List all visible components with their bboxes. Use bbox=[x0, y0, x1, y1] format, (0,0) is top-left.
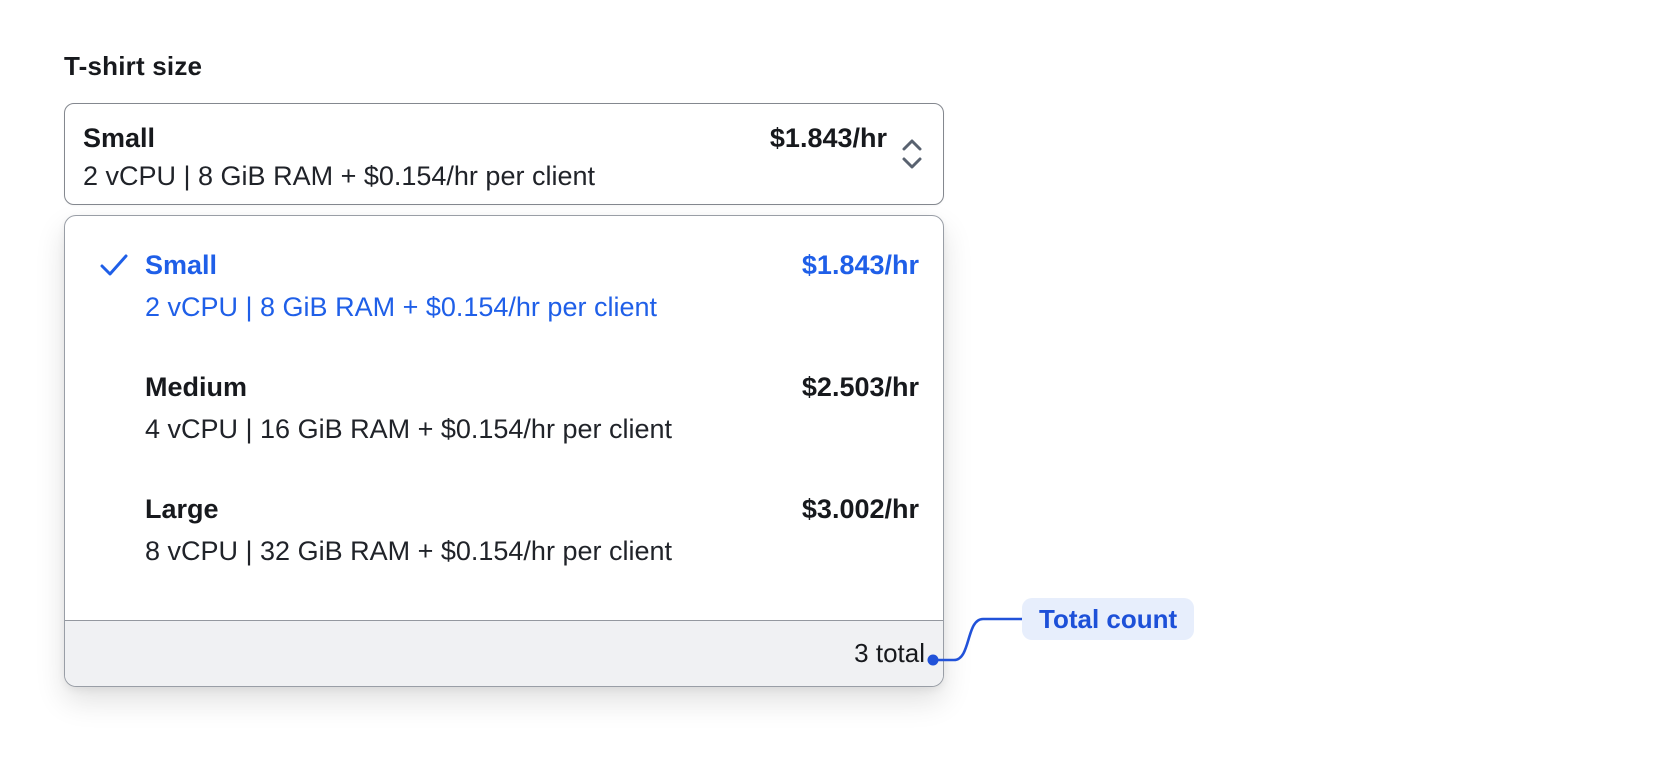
trigger-selected-price: $1.843/hr bbox=[769, 123, 887, 153]
checkmark-icon bbox=[99, 492, 145, 526]
size-options-panel: Small $1.843/hr 2 vCPU | 8 GiB RAM + $0.… bbox=[64, 215, 944, 687]
options-list: Small $1.843/hr 2 vCPU | 8 GiB RAM + $0.… bbox=[65, 216, 943, 620]
option-small[interactable]: Small $1.843/hr 2 vCPU | 8 GiB RAM + $0.… bbox=[99, 248, 919, 324]
chevron-up-down-icon bbox=[897, 134, 927, 174]
tshirt-size-field: T-shirt size Small $1.843/hr 2 vCPU | 8 … bbox=[64, 52, 944, 687]
option-name: Large bbox=[145, 494, 219, 524]
option-price: $2.503/hr bbox=[801, 372, 919, 402]
trigger-selected-name: Small bbox=[83, 123, 156, 153]
annotation-pill: Total count bbox=[1022, 598, 1195, 640]
option-specs: 4 vCPU | 16 GiB RAM + $0.154/hr per clie… bbox=[145, 414, 673, 444]
option-medium[interactable]: Medium $2.503/hr 4 vCPU | 16 GiB RAM + $… bbox=[99, 370, 919, 446]
trigger-row: Small $1.843/hr bbox=[83, 121, 887, 155]
option-price: $1.843/hr bbox=[801, 250, 919, 280]
panel-footer: 3 total bbox=[65, 620, 943, 686]
total-count: 3 total bbox=[854, 638, 925, 668]
option-name: Small bbox=[145, 250, 218, 280]
option-name: Medium bbox=[145, 372, 248, 402]
option-specs: 2 vCPU | 8 GiB RAM + $0.154/hr per clien… bbox=[145, 292, 657, 322]
trigger-selected-specs: 2 vCPU | 8 GiB RAM + $0.154/hr per clien… bbox=[83, 161, 595, 191]
option-specs: 8 vCPU | 32 GiB RAM + $0.154/hr per clie… bbox=[145, 536, 673, 566]
checkmark-icon bbox=[99, 248, 145, 282]
field-label: T-shirt size bbox=[64, 51, 203, 81]
option-price: $3.002/hr bbox=[801, 494, 919, 524]
checkmark-icon bbox=[99, 370, 145, 404]
option-large[interactable]: Large $3.002/hr 8 vCPU | 32 GiB RAM + $0… bbox=[99, 492, 919, 568]
size-select-trigger[interactable]: Small $1.843/hr 2 vCPU | 8 GiB RAM + $0.… bbox=[64, 103, 944, 205]
